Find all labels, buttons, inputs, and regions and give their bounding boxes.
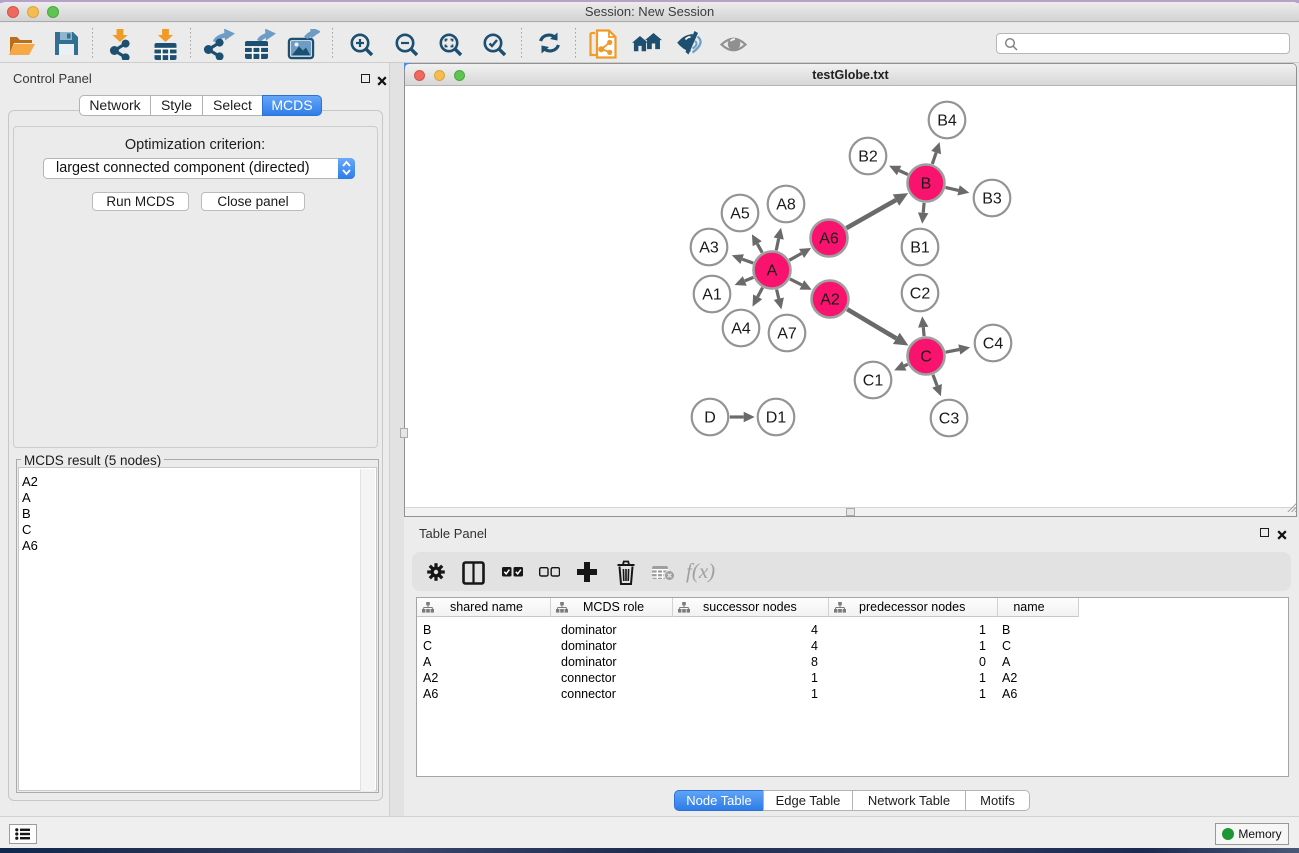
svg-text:A2: A2 bbox=[820, 292, 840, 309]
svg-text:B: B bbox=[921, 176, 932, 193]
svg-text:A: A bbox=[767, 263, 778, 280]
svg-text:A8: A8 bbox=[776, 197, 796, 214]
svg-text:D1: D1 bbox=[766, 410, 787, 427]
svg-text:B1: B1 bbox=[910, 240, 930, 257]
svg-text:C3: C3 bbox=[939, 411, 960, 428]
svg-text:B3: B3 bbox=[982, 191, 1002, 208]
svg-text:A6: A6 bbox=[819, 231, 839, 248]
svg-text:C: C bbox=[920, 349, 932, 366]
svg-text:A3: A3 bbox=[699, 240, 719, 257]
svg-text:A5: A5 bbox=[730, 206, 750, 223]
svg-text:C4: C4 bbox=[983, 336, 1004, 353]
svg-text:B4: B4 bbox=[937, 113, 957, 130]
svg-text:D: D bbox=[704, 410, 716, 427]
svg-text:B2: B2 bbox=[858, 149, 878, 166]
svg-text:C2: C2 bbox=[910, 286, 931, 303]
svg-text:A1: A1 bbox=[702, 287, 722, 304]
svg-text:A7: A7 bbox=[777, 326, 797, 343]
svg-text:C1: C1 bbox=[863, 373, 884, 390]
svg-text:A4: A4 bbox=[731, 321, 751, 338]
